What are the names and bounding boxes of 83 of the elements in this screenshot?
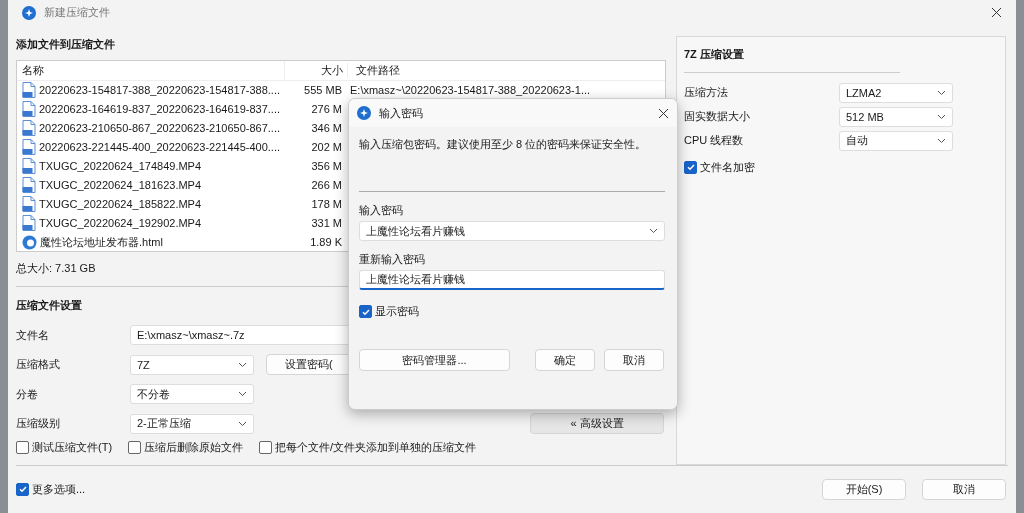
- field-label: 压缩格式: [16, 357, 61, 373]
- video-file-icon: [22, 82, 36, 99]
- dropdown[interactable]: 自动: [839, 130, 953, 151]
- field-label: 文件名: [16, 327, 50, 343]
- file-size: 346 M: [310, 122, 342, 135]
- column-header[interactable]: 文件路径: [348, 62, 400, 78]
- checkbox-label: 压缩后删除原始文件: [144, 440, 244, 456]
- chevron-down-icon: [937, 113, 946, 120]
- chevron-down-icon: [937, 137, 946, 144]
- checkbox-label: 更多选项...: [32, 481, 86, 497]
- field-label: 压缩方法: [684, 85, 729, 101]
- password-field[interactable]: 上魔性论坛看片赚钱: [359, 270, 665, 290]
- file-name[interactable]: 魔性论坛地址发布器.html: [40, 234, 163, 250]
- checkbox[interactable]: [128, 441, 142, 455]
- window-title: 新建压缩文件: [44, 5, 110, 21]
- app-logo-icon: [22, 5, 36, 20]
- field-label: 压缩级别: [16, 416, 61, 432]
- chevron-down-icon: [238, 391, 247, 398]
- chevron-down-icon: [937, 89, 946, 96]
- file-size: 178 M: [310, 198, 342, 211]
- dialog-message: 输入压缩包密码。建议使用至少 8 位的密码来保证安全性。: [359, 137, 648, 152]
- chevron-down-icon: [649, 228, 658, 234]
- video-file-icon: [22, 101, 36, 118]
- file-size: 202 M: [310, 141, 342, 154]
- file-path: E:\xmasz~\20220623-154817-388_20220623-1...: [349, 84, 591, 97]
- section-heading: 压缩文件设置: [16, 297, 82, 313]
- app-logo-icon: [357, 106, 371, 120]
- dialog-title: 输入密码: [379, 105, 423, 121]
- file-name[interactable]: 20220623-164619-837_20220623-164619-837....: [39, 103, 280, 116]
- checkbox[interactable]: [259, 441, 273, 455]
- dropdown[interactable]: 512 MB: [839, 106, 953, 127]
- ok-button[interactable]: 确定: [535, 349, 595, 371]
- file-name[interactable]: TXUGC_20220624_181623.MP4: [39, 179, 202, 192]
- dropdown[interactable]: 7Z: [130, 354, 254, 375]
- video-file-icon: [22, 177, 36, 194]
- checkbox-label: 测试压缩文件(T): [32, 440, 113, 456]
- checkbox-label: 文件名加密: [700, 159, 755, 175]
- field-label: 固实数据大小: [684, 109, 751, 125]
- file-size: 276 M: [310, 103, 342, 116]
- dropdown[interactable]: 2-正常压缩: [130, 413, 254, 434]
- file-size: 555 MB: [303, 84, 342, 97]
- checkbox[interactable]: [359, 305, 372, 318]
- file-size: 266 M: [310, 179, 342, 192]
- checkbox[interactable]: [16, 441, 29, 455]
- file-size: 356 M: [310, 160, 342, 173]
- file-name[interactable]: TXUGC_20220624_174849.MP4: [39, 160, 202, 173]
- checkbox[interactable]: [16, 482, 29, 496]
- total-size: 总大小: 7.31 GB: [16, 260, 96, 276]
- checkbox-label: 显示密码: [375, 304, 419, 319]
- field-label: 重新输入密码: [359, 252, 426, 267]
- dialog-button[interactable]: 开始(S): [822, 478, 906, 500]
- chevron-down-icon: [238, 420, 247, 427]
- checkbox-label: 把每个文件/文件夹添加到单独的压缩文件: [275, 440, 477, 456]
- video-file-icon: [22, 196, 36, 213]
- section-heading: 7Z 压缩设置: [684, 36, 900, 73]
- file-name[interactable]: 20220623-154817-388_20220623-154817-388....: [39, 84, 280, 97]
- section-heading: 添加文件到压缩文件: [16, 36, 115, 52]
- close-icon[interactable]: [658, 107, 669, 119]
- column-header[interactable]: 大小: [285, 62, 348, 78]
- dialog-button[interactable]: 取消: [922, 478, 1006, 500]
- advanced-settings-button[interactable]: « 高级设置: [530, 413, 664, 435]
- file-name[interactable]: TXUGC_20220624_192902.MP4: [39, 217, 202, 230]
- column-header[interactable]: 名称: [17, 60, 285, 80]
- cancel-button[interactable]: 取消: [604, 349, 664, 371]
- video-file-icon: [22, 120, 36, 137]
- field-label: 分卷: [16, 386, 39, 402]
- file-size: 331 M: [310, 217, 342, 230]
- chevron-down-icon: [238, 361, 247, 368]
- field-label: 输入密码: [359, 203, 404, 218]
- file-name[interactable]: 20220623-221445-400_20220623-221445-400....: [39, 141, 280, 154]
- file-size: 1.89 K: [309, 236, 342, 249]
- file-name[interactable]: TXUGC_20220624_185822.MP4: [39, 198, 202, 211]
- close-icon[interactable]: [991, 7, 1002, 19]
- field-label: CPU 线程数: [684, 133, 745, 149]
- dropdown[interactable]: LZMA2: [839, 82, 953, 103]
- password-manager-button[interactable]: 密码管理器...: [359, 349, 510, 371]
- checkbox[interactable]: [684, 160, 697, 174]
- dropdown[interactable]: 不分卷: [130, 384, 254, 405]
- video-file-icon: [22, 158, 36, 175]
- video-file-icon: [22, 139, 36, 156]
- file-name[interactable]: 20220623-210650-867_20220623-210650-867....: [39, 122, 280, 135]
- password-dropdown[interactable]: 上魔性论坛看片赚钱: [359, 221, 665, 241]
- video-file-icon: [22, 215, 36, 232]
